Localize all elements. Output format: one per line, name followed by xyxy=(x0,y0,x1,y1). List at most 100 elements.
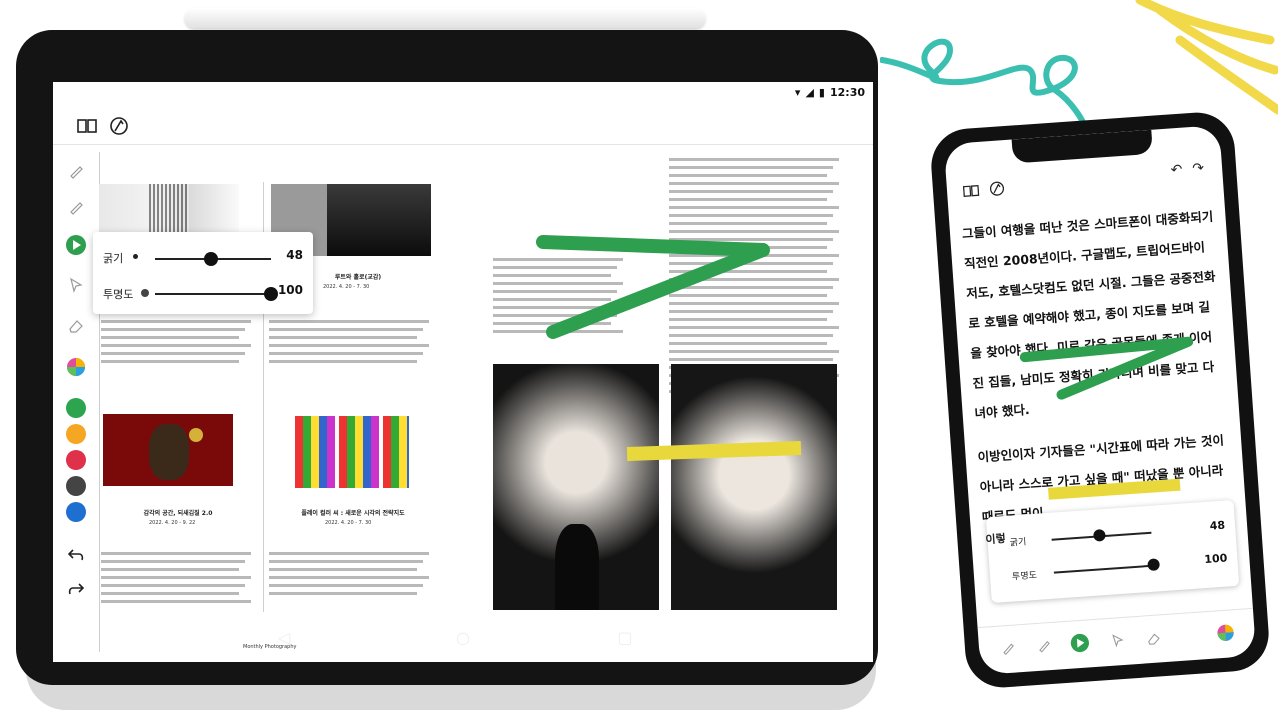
popup-text-prefix: 이렇 xyxy=(985,531,1007,547)
body-text-line xyxy=(101,336,239,339)
thickness-value: 48 xyxy=(286,248,303,262)
pen-settings-popup: 굵기 48 투명도 100 xyxy=(93,232,313,314)
recents-nav-icon[interactable]: ▢ xyxy=(610,622,640,652)
green-highlight-stroke xyxy=(536,235,770,339)
body-text-line xyxy=(269,328,423,331)
phone-opacity-slider-track[interactable] xyxy=(1053,564,1154,574)
color-swatch[interactable] xyxy=(66,398,86,418)
color-wheel-icon[interactable] xyxy=(1214,621,1237,644)
body-text-line xyxy=(269,320,429,323)
body-text-line xyxy=(269,360,417,363)
opacity-value: 100 xyxy=(277,283,303,297)
opacity-slider-track[interactable] xyxy=(155,293,271,295)
cursor-tool-icon[interactable] xyxy=(1106,629,1129,652)
body-text-line xyxy=(669,350,839,353)
body-text-line xyxy=(269,552,429,555)
thickness-value: 48 xyxy=(1209,518,1226,533)
body-text-line xyxy=(669,222,827,225)
body-text-line xyxy=(269,576,429,579)
status-bar: ▾ ◢ ▮ 12:30 xyxy=(795,86,865,99)
body-text-line xyxy=(101,576,251,579)
redo-icon[interactable] xyxy=(63,576,89,602)
body-text-line xyxy=(269,344,429,347)
battery-icon: ▮ xyxy=(818,86,825,99)
status-time: 12:30 xyxy=(829,86,865,99)
exhibit-title-1: 루트와 홀로(교감) xyxy=(334,274,382,281)
opacity-slider-knob[interactable] xyxy=(264,287,278,301)
eraser-tool-icon[interactable] xyxy=(1142,626,1165,649)
color-wheel-icon[interactable] xyxy=(63,354,89,380)
phone-top-toolbar xyxy=(962,180,1006,203)
body-text-line xyxy=(269,352,423,355)
pencil-tool-icon[interactable] xyxy=(996,636,1019,659)
toolbar-divider xyxy=(53,144,873,145)
exhibit-date-1: 2022. 4. 20 - 7. 30 xyxy=(323,284,370,290)
body-text-line xyxy=(101,344,251,347)
body-text-line xyxy=(101,600,251,603)
phone-screen: ↶ ↷ 그들이 여행을 떠난 것은 스마트폰이 대중화되기 직전인 2008년이… xyxy=(943,125,1257,675)
book-icon[interactable] xyxy=(962,182,980,203)
phone-device: ↶ ↷ 그들이 여행을 떠난 것은 스마트폰이 대중화되기 직전인 2008년이… xyxy=(928,110,1272,690)
body-text-line xyxy=(269,560,423,563)
phone-opacity-slider-knob[interactable] xyxy=(1147,558,1161,572)
android-nav-bar: ◁ ○ ▢ xyxy=(53,612,873,662)
pen-tool-icon[interactable] xyxy=(1032,634,1055,657)
tablet-device: ▾ ◢ ▮ 12:30 루트와 홀로(교감) 2022. 4. 20 - 7. … xyxy=(16,30,878,685)
body-text-line xyxy=(669,214,833,217)
phone-undo-redo: ↶ ↷ xyxy=(1170,160,1205,178)
body-text-line xyxy=(269,584,423,587)
phone-toolbar-divider xyxy=(977,607,1253,629)
opacity-label: 투명도 xyxy=(103,288,134,301)
thickness-slider-knob[interactable] xyxy=(203,252,218,266)
stylus-pen xyxy=(185,8,705,28)
article-photo-4 xyxy=(295,416,409,488)
body-text-line xyxy=(101,560,245,563)
body-text-line xyxy=(269,336,417,339)
undo-icon[interactable]: ↶ xyxy=(1170,162,1183,179)
highlighter-tool-active-icon[interactable] xyxy=(63,232,89,258)
home-nav-icon[interactable]: ○ xyxy=(448,622,478,652)
body-text-line xyxy=(101,592,239,595)
opacity-icon xyxy=(141,289,149,297)
body-text-line xyxy=(269,568,417,571)
body-text-line xyxy=(669,190,833,193)
article-photo-5 xyxy=(493,364,659,610)
redo-icon[interactable]: ↷ xyxy=(1192,160,1205,177)
color-swatch[interactable] xyxy=(66,502,86,522)
body-text-line xyxy=(101,360,239,363)
tablet-screen: ▾ ◢ ▮ 12:30 루트와 홀로(교감) 2022. 4. 20 - 7. … xyxy=(53,82,873,662)
body-text-line xyxy=(269,592,417,595)
book-icon[interactable] xyxy=(77,118,97,138)
wifi-icon: ▾ xyxy=(794,86,801,99)
back-nav-icon[interactable]: ◁ xyxy=(269,622,299,652)
annotation-toolbar xyxy=(63,158,89,598)
body-text-line xyxy=(669,174,827,177)
body-text-line xyxy=(101,584,245,587)
phone-thickness-slider-knob[interactable] xyxy=(1093,528,1106,542)
top-toolbar xyxy=(77,116,129,140)
body-text-line xyxy=(669,158,839,161)
article-photo-3 xyxy=(103,414,233,486)
body-text-line xyxy=(669,182,839,185)
body-text-line xyxy=(669,166,833,169)
color-swatch[interactable] xyxy=(66,476,86,496)
body-text-line xyxy=(669,342,827,345)
color-swatch[interactable] xyxy=(66,450,86,470)
exhibit-title-3: 플레이 컬러 씨 : 새로운 시각의 전략지도 xyxy=(301,510,405,517)
opacity-value: 100 xyxy=(1203,551,1228,567)
yellow-squiggle-decoration xyxy=(1135,0,1278,115)
undo-icon[interactable] xyxy=(63,542,89,568)
thickness-icon xyxy=(133,254,138,259)
highlighter-tool-active-icon[interactable] xyxy=(1068,631,1091,654)
body-text-line xyxy=(101,320,251,323)
highlight-mode-icon[interactable] xyxy=(109,116,129,140)
highlight-mode-icon[interactable] xyxy=(988,180,1005,201)
exhibit-title-2: 감각의 공간, 되새김질 2.0 xyxy=(143,510,213,517)
pen-tool-icon[interactable] xyxy=(63,194,89,220)
signal-icon: ◢ xyxy=(805,86,814,99)
body-text-line xyxy=(101,552,251,555)
pencil-tool-icon[interactable] xyxy=(63,158,89,184)
eraser-tool-icon[interactable] xyxy=(63,312,89,338)
cursor-tool-icon[interactable] xyxy=(63,272,89,298)
color-swatch[interactable] xyxy=(66,424,86,444)
